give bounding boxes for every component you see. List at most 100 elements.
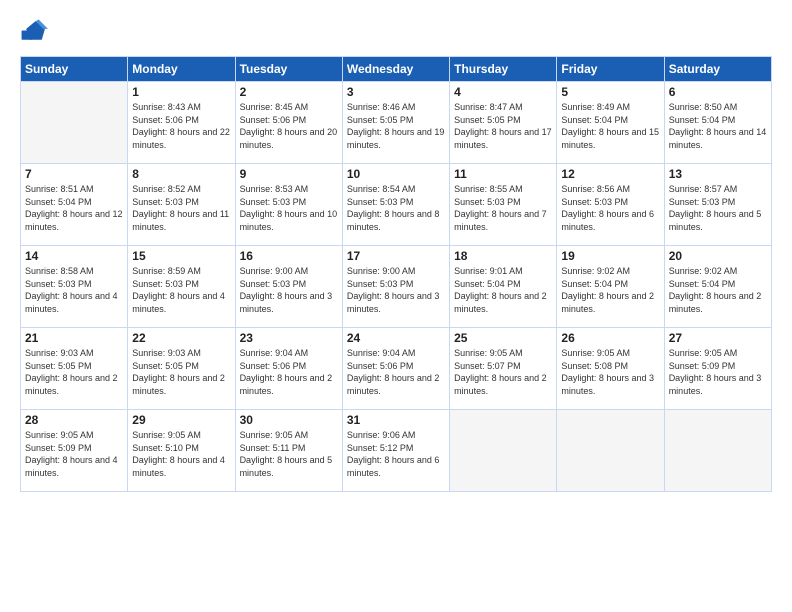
day-number: 22 xyxy=(132,331,230,345)
calendar-cell: 10 Sunrise: 8:54 AMSunset: 5:03 PMDayligh… xyxy=(342,164,449,246)
day-number: 6 xyxy=(669,85,767,99)
day-info: Sunrise: 9:05 AMSunset: 5:10 PMDaylight:… xyxy=(132,429,230,479)
day-info: Sunrise: 8:51 AMSunset: 5:04 PMDaylight:… xyxy=(25,183,123,233)
day-number: 11 xyxy=(454,167,552,181)
weekday-header-sunday: Sunday xyxy=(21,57,128,82)
day-number: 29 xyxy=(132,413,230,427)
calendar-cell: 19 Sunrise: 9:02 AMSunset: 5:04 PMDayligh… xyxy=(557,246,664,328)
day-number: 10 xyxy=(347,167,445,181)
weekday-header-tuesday: Tuesday xyxy=(235,57,342,82)
calendar-cell: 3 Sunrise: 8:46 AMSunset: 5:05 PMDaylight… xyxy=(342,82,449,164)
calendar-cell: 1 Sunrise: 8:43 AMSunset: 5:06 PMDaylight… xyxy=(128,82,235,164)
day-number: 23 xyxy=(240,331,338,345)
header xyxy=(20,18,772,46)
calendar-cell: 30 Sunrise: 9:05 AMSunset: 5:11 PMDayligh… xyxy=(235,410,342,492)
day-info: Sunrise: 9:03 AMSunset: 5:05 PMDaylight:… xyxy=(132,347,230,397)
day-info: Sunrise: 9:04 AMSunset: 5:06 PMDaylight:… xyxy=(240,347,338,397)
day-number: 20 xyxy=(669,249,767,263)
day-number: 13 xyxy=(669,167,767,181)
weekday-header-saturday: Saturday xyxy=(664,57,771,82)
calendar-cell xyxy=(450,410,557,492)
day-info: Sunrise: 8:53 AMSunset: 5:03 PMDaylight:… xyxy=(240,183,338,233)
day-number: 26 xyxy=(561,331,659,345)
calendar-cell: 2 Sunrise: 8:45 AMSunset: 5:06 PMDaylight… xyxy=(235,82,342,164)
calendar-cell: 26 Sunrise: 9:05 AMSunset: 5:08 PMDayligh… xyxy=(557,328,664,410)
day-info: Sunrise: 8:59 AMSunset: 5:03 PMDaylight:… xyxy=(132,265,230,315)
day-info: Sunrise: 9:05 AMSunset: 5:11 PMDaylight:… xyxy=(240,429,338,479)
day-number: 3 xyxy=(347,85,445,99)
page: SundayMondayTuesdayWednesdayThursdayFrid… xyxy=(0,0,792,612)
logo-icon xyxy=(20,18,48,46)
logo xyxy=(20,18,52,46)
week-row-2: 7 Sunrise: 8:51 AMSunset: 5:04 PMDaylight… xyxy=(21,164,772,246)
day-info: Sunrise: 9:04 AMSunset: 5:06 PMDaylight:… xyxy=(347,347,445,397)
day-info: Sunrise: 9:02 AMSunset: 5:04 PMDaylight:… xyxy=(669,265,767,315)
calendar-cell: 21 Sunrise: 9:03 AMSunset: 5:05 PMDayligh… xyxy=(21,328,128,410)
day-info: Sunrise: 9:01 AMSunset: 5:04 PMDaylight:… xyxy=(454,265,552,315)
day-info: Sunrise: 9:05 AMSunset: 5:09 PMDaylight:… xyxy=(25,429,123,479)
week-row-1: 1 Sunrise: 8:43 AMSunset: 5:06 PMDaylight… xyxy=(21,82,772,164)
day-info: Sunrise: 8:57 AMSunset: 5:03 PMDaylight:… xyxy=(669,183,767,233)
calendar-cell: 8 Sunrise: 8:52 AMSunset: 5:03 PMDaylight… xyxy=(128,164,235,246)
day-info: Sunrise: 9:00 AMSunset: 5:03 PMDaylight:… xyxy=(347,265,445,315)
calendar-cell: 11 Sunrise: 8:55 AMSunset: 5:03 PMDayligh… xyxy=(450,164,557,246)
day-number: 12 xyxy=(561,167,659,181)
day-info: Sunrise: 9:00 AMSunset: 5:03 PMDaylight:… xyxy=(240,265,338,315)
day-info: Sunrise: 9:03 AMSunset: 5:05 PMDaylight:… xyxy=(25,347,123,397)
day-number: 19 xyxy=(561,249,659,263)
calendar-cell: 23 Sunrise: 9:04 AMSunset: 5:06 PMDayligh… xyxy=(235,328,342,410)
day-info: Sunrise: 8:50 AMSunset: 5:04 PMDaylight:… xyxy=(669,101,767,151)
day-info: Sunrise: 9:02 AMSunset: 5:04 PMDaylight:… xyxy=(561,265,659,315)
calendar-cell: 17 Sunrise: 9:00 AMSunset: 5:03 PMDayligh… xyxy=(342,246,449,328)
day-number: 7 xyxy=(25,167,123,181)
calendar-cell xyxy=(557,410,664,492)
day-info: Sunrise: 8:54 AMSunset: 5:03 PMDaylight:… xyxy=(347,183,445,233)
calendar-cell: 24 Sunrise: 9:04 AMSunset: 5:06 PMDayligh… xyxy=(342,328,449,410)
weekday-header-wednesday: Wednesday xyxy=(342,57,449,82)
day-number: 31 xyxy=(347,413,445,427)
weekday-header-row: SundayMondayTuesdayWednesdayThursdayFrid… xyxy=(21,57,772,82)
calendar-cell: 13 Sunrise: 8:57 AMSunset: 5:03 PMDayligh… xyxy=(664,164,771,246)
day-info: Sunrise: 9:05 AMSunset: 5:09 PMDaylight:… xyxy=(669,347,767,397)
day-number: 8 xyxy=(132,167,230,181)
day-number: 4 xyxy=(454,85,552,99)
calendar-cell: 5 Sunrise: 8:49 AMSunset: 5:04 PMDaylight… xyxy=(557,82,664,164)
day-info: Sunrise: 8:45 AMSunset: 5:06 PMDaylight:… xyxy=(240,101,338,151)
day-number: 17 xyxy=(347,249,445,263)
calendar-cell: 9Sunrise: 8:53 AMSunset: 5:03 PMDaylight… xyxy=(235,164,342,246)
day-info: Sunrise: 8:47 AMSunset: 5:05 PMDaylight:… xyxy=(454,101,552,151)
calendar-cell: 4 Sunrise: 8:47 AMSunset: 5:05 PMDaylight… xyxy=(450,82,557,164)
day-number: 2 xyxy=(240,85,338,99)
weekday-header-thursday: Thursday xyxy=(450,57,557,82)
day-number: 14 xyxy=(25,249,123,263)
calendar: SundayMondayTuesdayWednesdayThursdayFrid… xyxy=(20,56,772,492)
week-row-3: 14Sunrise: 8:58 AMSunset: 5:03 PMDayligh… xyxy=(21,246,772,328)
day-number: 18 xyxy=(454,249,552,263)
day-info: Sunrise: 8:56 AMSunset: 5:03 PMDaylight:… xyxy=(561,183,659,233)
calendar-cell: 16 Sunrise: 9:00 AMSunset: 5:03 PMDayligh… xyxy=(235,246,342,328)
day-info: Sunrise: 8:49 AMSunset: 5:04 PMDaylight:… xyxy=(561,101,659,151)
calendar-cell xyxy=(21,82,128,164)
week-row-4: 21 Sunrise: 9:03 AMSunset: 5:05 PMDayligh… xyxy=(21,328,772,410)
weekday-header-monday: Monday xyxy=(128,57,235,82)
calendar-cell: 28Sunrise: 9:05 AMSunset: 5:09 PMDayligh… xyxy=(21,410,128,492)
day-number: 25 xyxy=(454,331,552,345)
day-number: 5 xyxy=(561,85,659,99)
day-info: Sunrise: 9:05 AMSunset: 5:08 PMDaylight:… xyxy=(561,347,659,397)
day-number: 24 xyxy=(347,331,445,345)
day-info: Sunrise: 8:52 AMSunset: 5:03 PMDaylight:… xyxy=(132,183,230,233)
day-number: 1 xyxy=(132,85,230,99)
day-info: Sunrise: 8:46 AMSunset: 5:05 PMDaylight:… xyxy=(347,101,445,151)
day-number: 15 xyxy=(132,249,230,263)
calendar-cell: 14Sunrise: 8:58 AMSunset: 5:03 PMDayligh… xyxy=(21,246,128,328)
calendar-cell: 15 Sunrise: 8:59 AMSunset: 5:03 PMDayligh… xyxy=(128,246,235,328)
calendar-cell: 6 Sunrise: 8:50 AMSunset: 5:04 PMDaylight… xyxy=(664,82,771,164)
day-info: Sunrise: 8:55 AMSunset: 5:03 PMDaylight:… xyxy=(454,183,552,233)
day-number: 30 xyxy=(240,413,338,427)
calendar-cell: 29 Sunrise: 9:05 AMSunset: 5:10 PMDayligh… xyxy=(128,410,235,492)
day-number: 27 xyxy=(669,331,767,345)
day-number: 21 xyxy=(25,331,123,345)
week-row-5: 28Sunrise: 9:05 AMSunset: 5:09 PMDayligh… xyxy=(21,410,772,492)
day-info: Sunrise: 8:43 AMSunset: 5:06 PMDaylight:… xyxy=(132,101,230,151)
day-number: 16 xyxy=(240,249,338,263)
